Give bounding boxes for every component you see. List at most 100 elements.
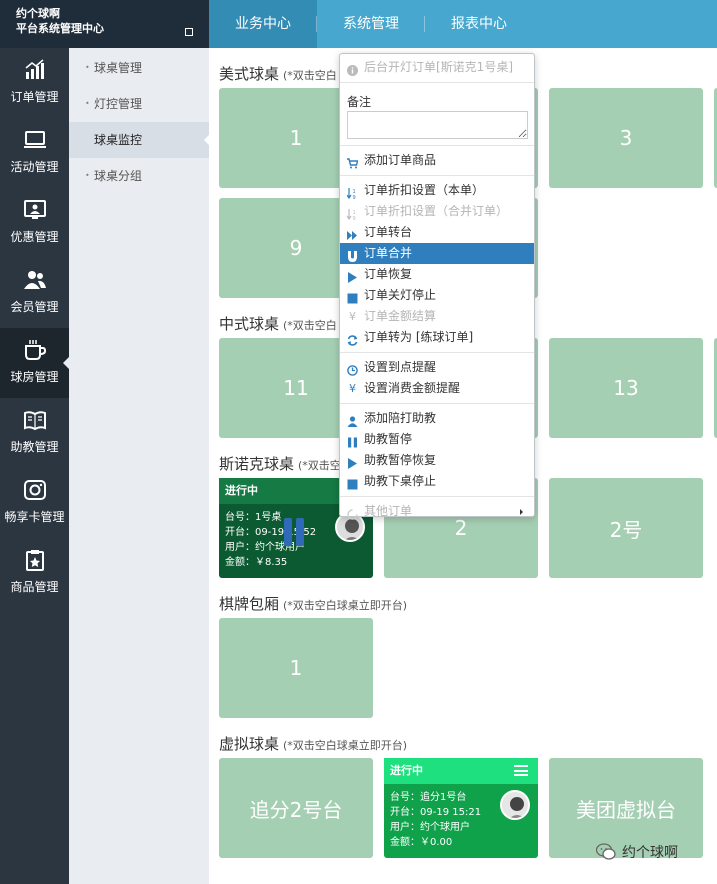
top-nav: 业务中心 系统管理 报表中心 — [209, 0, 717, 48]
menu-item-other-orders[interactable]: 其他订单 — [340, 501, 534, 522]
fast-forward-icon — [347, 227, 358, 240]
menu-item-add-coach[interactable]: 添加陪打助教 — [340, 408, 534, 429]
brand-line1: 约个球啊 — [16, 7, 60, 20]
section-title: 斯诺克球桌 — [219, 455, 295, 473]
table-tile[interactable]: 追分2号台 — [219, 758, 373, 858]
busy-amount: 金额：￥8.35 — [225, 557, 288, 568]
menu-item-amount-reminder[interactable]: ¥ 设置消费金额提醒 — [340, 378, 534, 399]
play-icon — [347, 269, 358, 283]
rail-item-halls[interactable]: 球房管理 — [0, 328, 69, 398]
section-title: 棋牌包厢 — [219, 595, 280, 613]
table-tile[interactable]: 2号 — [549, 478, 703, 578]
brand-line2: 平台系统管理中心 — [16, 22, 104, 35]
coffee-cup-icon — [23, 338, 47, 362]
note-input[interactable] — [347, 111, 528, 139]
menu-item-discount-merge: 19 订单折扣设置（合并订单） — [340, 201, 534, 222]
collapse-icon[interactable] — [185, 28, 193, 36]
users-icon — [23, 268, 47, 292]
table-tile[interactable]: 3 — [549, 88, 703, 188]
clipboard-star-icon — [23, 548, 47, 572]
play-icon — [347, 455, 358, 469]
context-menu: 后台开灯订单[斯诺克1号桌] 备注 添加订单商品 19 订单折扣设置（本单） 1… — [339, 53, 535, 520]
busy-table-tile[interactable]: 进行中 台号：追分1号台 开台：09-19 15:21 用户：约个球用户 金额：… — [384, 758, 538, 858]
rail-item-coaches[interactable]: 助教管理 — [0, 398, 69, 468]
clock-icon — [347, 362, 358, 376]
yen-icon: ¥ — [349, 382, 356, 395]
spinner-icon — [347, 506, 358, 520]
section-american: 美式球桌 (*双击空白 — [219, 62, 337, 86]
tab-system-management[interactable]: 系统管理 — [317, 0, 425, 48]
rail-label: 订单管理 — [10, 90, 59, 104]
wechat-icon — [596, 843, 616, 860]
pause-icon — [347, 434, 358, 448]
section-hint: (*双击空白球桌立即开台) — [283, 599, 408, 612]
menu-item-merge[interactable]: 订单合并 — [340, 243, 534, 264]
sort-numeric-icon: 19 — [346, 206, 358, 222]
submenu-item-groups[interactable]: 球桌分组 — [69, 158, 209, 194]
menu-item-to-practice[interactable]: 订单转为 [练球订单] — [340, 327, 534, 348]
menu-item-discount-single[interactable]: 19 订单折扣设置（本单） — [340, 180, 534, 201]
avatar — [500, 790, 530, 820]
busy-amount: 金额：￥0.00 — [390, 837, 453, 848]
rail-item-discounts[interactable]: 优惠管理 — [0, 188, 69, 258]
rail-label: 会员管理 — [10, 300, 59, 314]
rail-item-orders[interactable]: 订单管理 — [0, 48, 69, 118]
brand: 约个球啊 平台系统管理中心 — [0, 0, 209, 48]
rail-item-members[interactable]: 会员管理 — [0, 258, 69, 328]
section-chess: 棋牌包厢 (*双击空白球桌立即开台) — [219, 592, 407, 616]
rail-label: 畅享卡管理 — [4, 510, 65, 524]
menu-item-transfer[interactable]: 订单转台 — [340, 222, 534, 243]
sort-numeric-icon: 19 — [346, 185, 358, 201]
busy-user: 用户：约个球用户 — [390, 822, 470, 833]
tab-business-center[interactable]: 业务中心 — [209, 0, 317, 48]
rail-label: 活动管理 — [10, 160, 59, 174]
section-snooker: 斯诺克球桌 (*双击空白 — [219, 452, 352, 476]
rail-label: 球房管理 — [10, 370, 59, 384]
submenu-item-tables[interactable]: 球桌管理 — [69, 50, 209, 86]
menu-item-settle: ¥ 订单金额结算 — [340, 306, 534, 327]
tab-report-center[interactable]: 报表中心 — [425, 0, 533, 48]
stop-icon — [347, 476, 358, 490]
bar-chart-icon — [23, 58, 47, 82]
menu-item-stop[interactable]: 订单关灯停止 — [340, 285, 534, 306]
rail-label: 优惠管理 — [10, 230, 59, 244]
table-tile[interactable]: 13 — [549, 338, 703, 438]
hamburger-icon[interactable] — [514, 765, 528, 776]
svg-text:9: 9 — [353, 216, 356, 220]
section-title: 虚拟球桌 — [219, 735, 280, 753]
rail-item-goods[interactable]: 商品管理 — [0, 538, 69, 608]
rail-label: 商品管理 — [10, 580, 59, 594]
chevron-right-icon — [520, 509, 526, 515]
menu-item-resume[interactable]: 订单恢复 — [340, 264, 534, 285]
menu-header: 后台开灯订单[斯诺克1号桌] — [340, 57, 534, 78]
note-label: 备注 — [347, 95, 372, 109]
submenu-item-lights[interactable]: 灯控管理 — [69, 86, 209, 122]
svg-text:9: 9 — [353, 195, 356, 199]
yen-icon: ¥ — [349, 310, 356, 323]
section-title: 中式球桌 — [219, 315, 280, 333]
screen-user-icon — [23, 198, 47, 222]
pause-icon — [284, 518, 308, 549]
table-tile[interactable]: 1 — [219, 618, 373, 718]
submenu-item-monitor[interactable]: 球桌监控 — [69, 122, 210, 158]
rail-item-cards[interactable]: 畅享卡管理 — [0, 468, 69, 538]
rail-label: 助教管理 — [10, 440, 59, 454]
refresh-icon — [347, 332, 358, 346]
submenu: 球桌管理 灯控管理 球桌监控 球桌分组 — [69, 48, 210, 884]
rail-item-activities[interactable]: 活动管理 — [0, 118, 69, 188]
menu-item-coach-resume[interactable]: 助教暂停恢复 — [340, 450, 534, 471]
menu-item-add-goods[interactable]: 添加订单商品 — [340, 150, 534, 171]
magnet-icon — [347, 248, 358, 262]
section-chinese: 中式球桌 (*双击空白 — [219, 312, 337, 336]
menu-item-coach-stop[interactable]: 助教下桌停止 — [340, 471, 534, 492]
user-icon — [347, 413, 358, 427]
section-hint: (*双击空白球桌立即开台) — [283, 739, 408, 752]
stop-icon — [347, 290, 358, 304]
monitor-icon — [23, 128, 47, 152]
section-hint: (*双击空白 — [283, 69, 337, 82]
menu-item-arrival-reminder[interactable]: 设置到点提醒 — [340, 357, 534, 378]
section-hint: (*双击空白 — [283, 319, 337, 332]
section-virtual: 虚拟球桌 (*双击空白球桌立即开台) — [219, 732, 407, 756]
info-icon — [347, 62, 358, 76]
menu-item-coach-pause[interactable]: 助教暂停 — [340, 429, 534, 450]
